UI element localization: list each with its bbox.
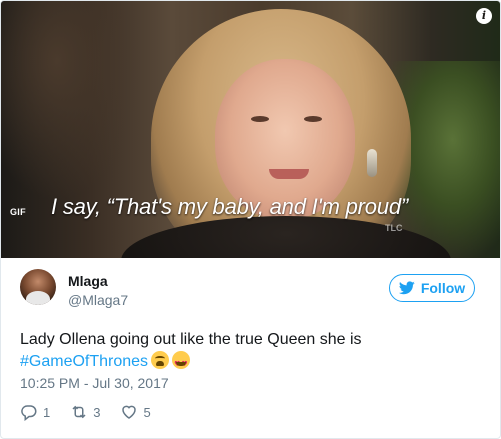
tweet-card: i GIF I say, “That's my baby, and I'm pr… <box>0 0 501 439</box>
avatar[interactable] <box>20 269 56 305</box>
crying-face-emoji <box>151 351 170 369</box>
tweet-body: Lady Ollena going out like the true Quee… <box>20 331 362 348</box>
right-eye <box>304 116 322 122</box>
gif-caption: I say, “That's my baby, and I'm proud” <box>51 194 409 219</box>
earring <box>367 149 377 177</box>
tweet-actions: 1 3 5 <box>20 402 171 422</box>
tweet-gif-media[interactable]: i GIF I say, “That's my baby, and I'm pr… <box>1 1 500 258</box>
retweet-count: 3 <box>93 404 101 420</box>
reply-action[interactable]: 1 <box>20 403 50 421</box>
channel-watermark: TLC <box>385 223 403 233</box>
follow-button[interactable]: Follow <box>389 274 475 302</box>
like-count: 5 <box>143 404 151 420</box>
mouth <box>269 169 309 179</box>
gif-badge: GIF <box>10 207 26 217</box>
background-lamp <box>1 1 141 201</box>
retweet-icon <box>72 405 86 419</box>
like-action[interactable]: 5 <box>120 403 151 421</box>
retweet-action[interactable]: 3 <box>70 403 100 421</box>
twitter-bird-icon <box>398 281 415 295</box>
heart-eyes-emoji <box>172 351 191 375</box>
reply-icon <box>21 405 37 421</box>
left-eye <box>251 116 269 122</box>
heart-icon <box>122 405 137 419</box>
tweet-timestamp[interactable]: 10:25 PM - Jul 30, 2017 <box>20 375 169 391</box>
info-icon[interactable]: i <box>476 8 492 24</box>
tweet-hashtag-line: #GameOfThrones <box>20 351 480 375</box>
user-handle[interactable]: @Mlaga7 <box>68 292 128 308</box>
tweet-text: Lady Ollena going out like the true Quee… <box>20 329 480 375</box>
user-name[interactable]: Mlaga <box>68 273 108 289</box>
follow-button-label: Follow <box>420 280 466 296</box>
reply-count: 1 <box>43 404 51 420</box>
hashtag-link[interactable]: #GameOfThrones <box>20 353 148 370</box>
